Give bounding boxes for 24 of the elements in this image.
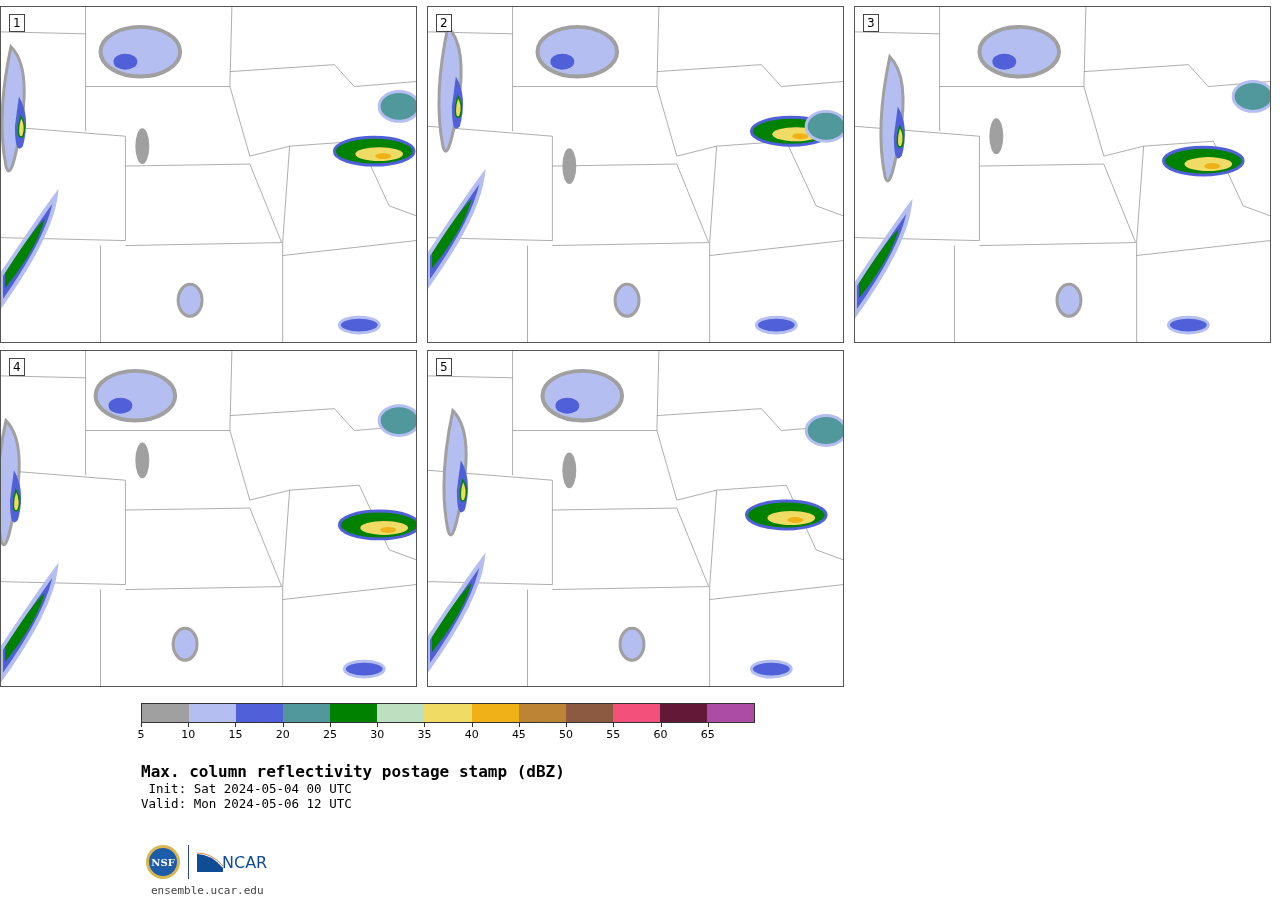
valid-time: Valid: Mon 2024-05-06 12 UTC <box>141 796 353 811</box>
website-url: ensemble.ucar.edu <box>151 883 265 899</box>
tick-label: 5 <box>137 728 145 741</box>
tick-label: 40 <box>464 728 479 741</box>
tick-label: 30 <box>370 728 385 741</box>
tick-label: 10 <box>181 728 196 741</box>
panel-number: 3 <box>863 14 879 32</box>
tick-label: 45 <box>511 728 526 741</box>
tick-label: 55 <box>606 728 621 741</box>
panel-number: 2 <box>436 14 452 32</box>
panel-number: 5 <box>436 358 452 376</box>
ncar-logo: NCAR <box>197 852 268 872</box>
tick-label: 15 <box>228 728 243 741</box>
panel-number: 1 <box>9 14 25 32</box>
chart-title: Max. column reflectivity postage stamp (dBZ) <box>141 763 566 781</box>
tick-label: 35 <box>417 728 432 741</box>
tick-label: 20 <box>275 728 290 741</box>
tick-label: 50 <box>559 728 574 741</box>
init-time: Init: Sat 2024-05-04 00 UTC <box>147 781 353 796</box>
panel-number: 4 <box>9 358 25 376</box>
tick-label: 60 <box>653 728 668 741</box>
nsf-logo: NSF <box>146 845 180 879</box>
tick-label: 25 <box>322 728 337 741</box>
tick-label: 65 <box>700 728 715 741</box>
